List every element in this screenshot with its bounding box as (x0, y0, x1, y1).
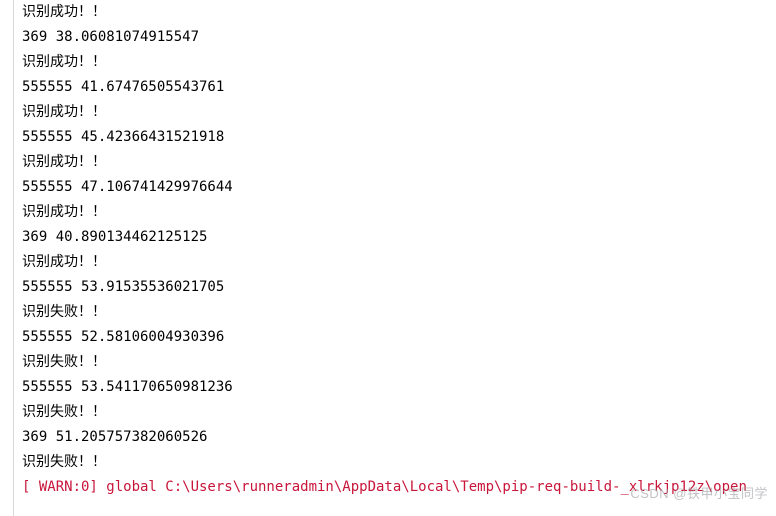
console-line: 555555 41.67476505543761 (22, 75, 776, 100)
console-line: 识别失败！！ (22, 400, 776, 425)
console-line: 识别成功！！ (22, 50, 776, 75)
console-line: 555555 53.541170650981236 (22, 375, 776, 400)
console-line: 555555 45.42366431521918 (22, 125, 776, 150)
console-line: 识别成功！！ (22, 150, 776, 175)
console-line: 识别失败！！ (22, 450, 776, 475)
console-line: 369 51.205757382060526 (22, 425, 776, 450)
console-line: 555555 53.91535536021705 (22, 275, 776, 300)
console-output: 识别成功！！ 369 38.06081074915547 识别成功！！ 5555… (0, 0, 776, 500)
console-line: 识别成功！！ (22, 100, 776, 125)
console-line: 识别失败！！ (22, 300, 776, 325)
console-line: 369 40.890134462125125 (22, 225, 776, 250)
console-line: 识别失败！！ (22, 350, 776, 375)
console-line: 369 38.06081074915547 (22, 25, 776, 50)
console-line: 555555 47.106741429976644 (22, 175, 776, 200)
console-line: 555555 52.58106004930396 (22, 325, 776, 350)
console-line: 识别成功！！ (22, 200, 776, 225)
console-line: 识别成功！！ (22, 250, 776, 275)
console-warn-line: [ WARN:0] global C:\Users\runneradmin\Ap… (22, 475, 776, 500)
console-line: 识别成功！！ (22, 0, 776, 25)
